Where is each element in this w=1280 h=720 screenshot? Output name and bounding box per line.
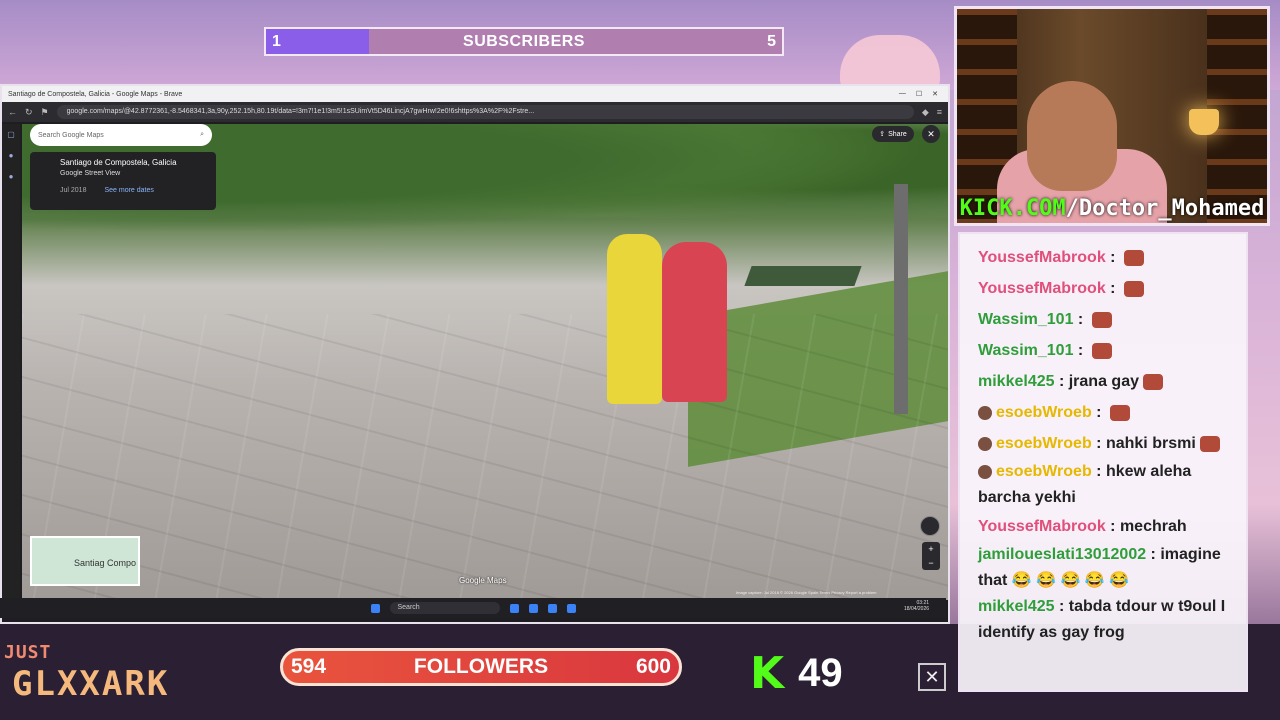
close-streetview-button[interactable]: ✕: [922, 125, 940, 143]
kick-viewer-count: K 49: [750, 648, 843, 699]
taskbar-app-icon[interactable]: [547, 603, 557, 613]
close-overlay-icon: ✕: [918, 663, 946, 691]
windows-taskbar: Search: [0, 598, 946, 618]
bookmark-icon[interactable]: ⚑: [41, 107, 49, 118]
chat-message: jamiloueslati13012002 : imagine that 😂 😂…: [978, 546, 1221, 589]
just-text: JUST: [4, 642, 52, 663]
back-icon[interactable]: ←: [8, 107, 17, 117]
sidebar-icon[interactable]: ●: [9, 151, 14, 160]
chat-username[interactable]: YoussefMabrook: [978, 249, 1106, 266]
taskbar-clock: 03:21 18/04/2026: [904, 600, 930, 612]
minimap[interactable]: Santiag Compo: [30, 536, 140, 586]
kick-channel-label: KICK.COM/Doctor_Mohamed: [959, 196, 1265, 221]
chat-emote-icon: [1199, 435, 1220, 452]
desk-lamp: [1189, 109, 1219, 135]
reload-icon[interactable]: ↻: [25, 107, 33, 118]
pavement: [22, 314, 948, 600]
chat-username[interactable]: esoebWroeb: [996, 435, 1092, 452]
brave-shield-icon[interactable]: ◆: [922, 107, 929, 118]
chat-emote-icon: [1123, 249, 1144, 266]
taskbar-app-icon[interactable]: [528, 603, 538, 613]
subscribers-label: SUBSCRIBERS: [463, 32, 585, 50]
chat-username[interactable]: mikkel425: [978, 598, 1055, 615]
place-subtitle: Google Street View: [60, 170, 121, 177]
menu-icon[interactable]: ≡: [937, 107, 942, 117]
chat-username[interactable]: YoussefMabrook: [978, 280, 1106, 297]
share-button[interactable]: ⇪ Share: [872, 126, 914, 142]
chat-emote-icon: [1091, 311, 1112, 328]
cat-decoration: [840, 35, 940, 90]
taskbar-app-icon[interactable]: [566, 603, 576, 613]
chat-message: YoussefMabrook :: [978, 242, 1240, 273]
chat-username[interactable]: esoebWroeb: [996, 404, 1092, 421]
windows-start-icon[interactable]: [370, 603, 380, 613]
chat-emote-icon: [1109, 404, 1130, 421]
chat-username[interactable]: Wassim_101: [978, 311, 1073, 328]
close-icon: ✕: [927, 128, 935, 139]
chat-message: mikkel425 : tabda tdour w t9oul I identi…: [978, 598, 1226, 641]
chat-message: YoussefMabrook :: [978, 273, 1240, 304]
chat-message: esoebWroeb :: [978, 397, 1240, 428]
chat-message: esoebWroeb : nahki brsmi: [978, 428, 1240, 459]
capture-date: Jul 2018: [60, 187, 87, 194]
maps-search-input[interactable]: Search Google Maps ⌕: [30, 124, 212, 146]
capture-info: Image capture: Jul 2018 © 2026 Google Sp…: [736, 590, 877, 595]
compass-icon[interactable]: [920, 516, 940, 536]
kick-logo-icon: K: [750, 648, 785, 699]
browser-toolbar: ← ↻ ⚑ google.com/maps/@42.8772361,-8.546…: [2, 102, 948, 122]
chat-message: mikkel425 : jrana gay: [978, 366, 1240, 397]
browser-titlebar: Santiago de Compostela, Galicia - Google…: [2, 86, 948, 102]
place-title: Santiago de Compostela, Galicia: [60, 158, 177, 167]
webcam-frame: KICK.COM/Doctor_Mohamed: [954, 6, 1270, 226]
search-placeholder: Search Google Maps: [38, 131, 104, 139]
share-icon: ⇪: [879, 131, 886, 138]
zoom-controls[interactable]: + −: [922, 542, 940, 570]
streamer-face: [1027, 81, 1117, 191]
pedestrian-red-coat: [662, 242, 727, 402]
chat-username[interactable]: YoussefMabrook: [978, 518, 1106, 535]
minimize-icon[interactable]: —: [899, 90, 906, 98]
window-controls: — ☐ ✕: [899, 90, 948, 98]
see-more-dates-link[interactable]: See more dates: [104, 187, 153, 194]
search-icon[interactable]: ⌕: [200, 131, 204, 139]
chat-username[interactable]: mikkel425: [978, 373, 1055, 390]
followers-label: FOLLOWERS: [413, 655, 549, 678]
chat-username[interactable]: esoebWroeb: [996, 463, 1092, 480]
sidebar-icon[interactable]: ●: [9, 172, 14, 181]
chat-message: esoebWroeb : hkew aleha barcha yekhi: [978, 463, 1192, 506]
chat-message: YoussefMabrook : mechrah: [978, 518, 1187, 535]
subscribers-goal: 5: [767, 32, 776, 50]
maximize-icon[interactable]: ☐: [916, 90, 922, 98]
park-bench: [744, 266, 862, 286]
browser-tab-title[interactable]: Santiago de Compostela, Galicia - Google…: [8, 91, 182, 98]
brand-logo-text: GLXXARK: [12, 664, 170, 704]
pedestrian-yellow-coat: [607, 234, 662, 404]
browser-sidebar: ▢ ● ●: [2, 124, 20, 600]
taskbar-search[interactable]: Search: [389, 602, 500, 614]
chat-message: Wassim_101 :: [978, 304, 1240, 335]
chat-message: Wassim_101 :: [978, 335, 1240, 366]
address-bar[interactable]: google.com/maps/@42.8772361,-8.5468341,3…: [56, 105, 914, 119]
close-window-icon[interactable]: ✕: [932, 90, 938, 98]
followers-goal: 600: [635, 655, 671, 678]
user-badge-icon: [978, 436, 992, 451]
chat-username[interactable]: jamiloueslati13012002: [978, 546, 1146, 563]
chat-emote-icon: [1143, 373, 1163, 390]
lamp-post: [894, 184, 908, 414]
chat-emote-icon: [1123, 280, 1144, 297]
followers-goal-bar: 594 FOLLOWERS 600: [280, 648, 682, 686]
sidebar-icon[interactable]: ▢: [7, 130, 15, 139]
chat-panel: YoussefMabrook : YoussefMabrook : Wassim…: [958, 232, 1248, 692]
viewer-count: 49: [798, 651, 843, 695]
chat-username[interactable]: Wassim_101: [978, 342, 1073, 359]
subscribers-goal-bar: 1 SUBSCRIBERS 5: [264, 27, 784, 56]
google-maps-watermark: Google Maps: [459, 576, 507, 585]
minimap-label: Santiag Compo: [73, 558, 136, 568]
user-badge-icon: [978, 464, 992, 479]
place-card: Santiago de Compostela, Galicia Google S…: [30, 152, 216, 210]
chat-emote-icon: [1091, 342, 1112, 359]
user-badge-icon: [978, 405, 992, 420]
taskbar-app-icon[interactable]: [509, 603, 519, 613]
